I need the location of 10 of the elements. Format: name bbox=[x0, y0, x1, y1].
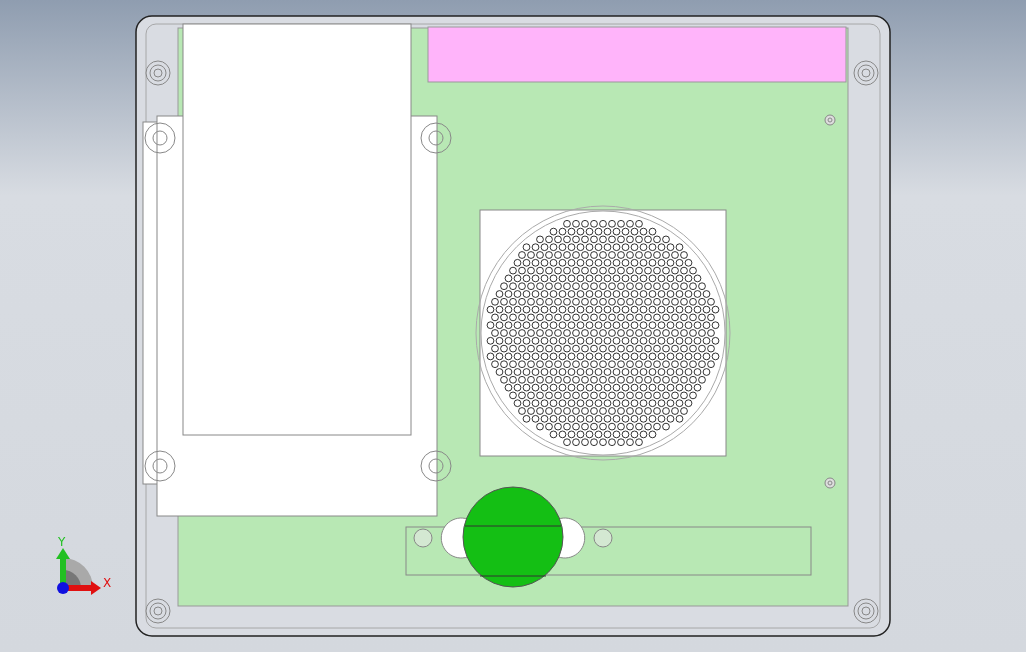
screw-boss-drawing bbox=[145, 598, 171, 624]
axis-triad-drawing bbox=[56, 548, 101, 595]
y-axis-label: Y bbox=[58, 535, 66, 549]
screw-boss-drawing bbox=[145, 60, 171, 86]
screw-drawing bbox=[824, 114, 836, 126]
screw-boss-drawing bbox=[853, 598, 879, 624]
cad-viewport[interactable]: Y X bbox=[0, 0, 1026, 652]
x-axis-label: X bbox=[103, 576, 112, 590]
screw-boss-drawing bbox=[853, 60, 879, 86]
screw-drawing bbox=[824, 477, 836, 489]
